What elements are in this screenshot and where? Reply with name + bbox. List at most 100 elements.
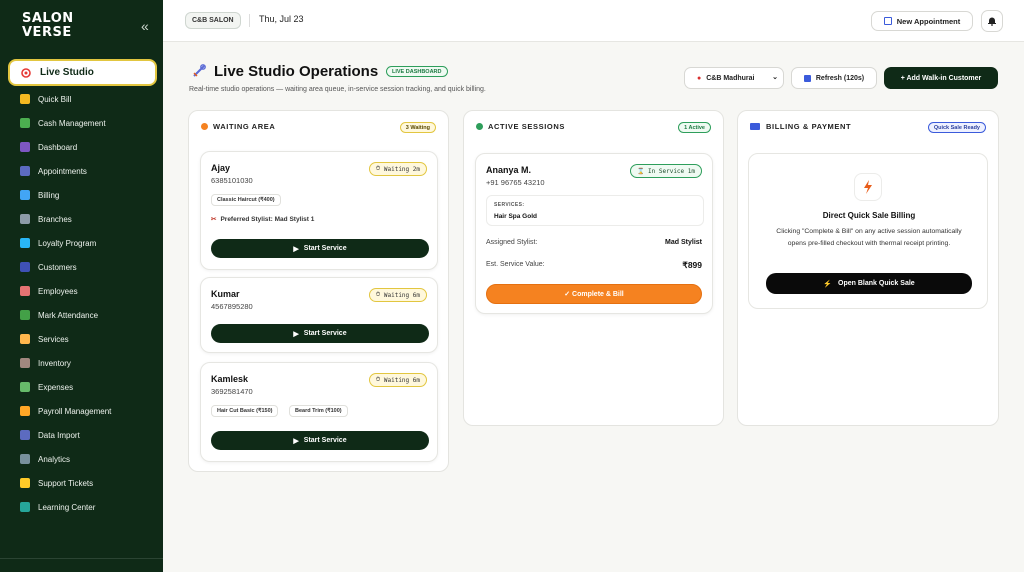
sidebar-item-label: Branches: [38, 214, 72, 224]
waiting-time-badge: ⏱ Waiting 2m: [368, 162, 427, 176]
sidebar-item-label: Analytics: [38, 454, 71, 464]
sidebar-item-label: Data Import: [38, 430, 80, 440]
sidebar-item-analytics[interactable]: Analytics: [20, 452, 70, 466]
analytics-icon: [20, 454, 30, 464]
new-appointment-label: New Appointment: [896, 16, 961, 26]
refresh-button[interactable]: Refresh (120s): [791, 67, 877, 89]
sidebar-item-customers[interactable]: Customers: [20, 260, 77, 274]
sidebar-item-billing[interactable]: Billing: [20, 188, 59, 202]
preferred-stylist: ✂ Preferred Stylist: Mad Stylist 1: [211, 215, 315, 224]
sidebar-item-cash-management[interactable]: Cash Management: [20, 116, 106, 130]
support-tickets-icon: [20, 478, 30, 488]
start-service-button[interactable]: ▶ Start Service: [211, 431, 429, 450]
billing-title: BILLING & PAYMENT: [766, 122, 852, 131]
start-service-label: Start Service: [303, 437, 347, 444]
waiting-area-title: WAITING AREA: [213, 122, 276, 131]
sidebar-item-label: Appointments: [38, 166, 87, 176]
waiting-time-text: Waiting 6m: [383, 291, 420, 299]
in-service-badge: ⌛ In Service 1m: [629, 164, 702, 178]
dashboard-icon: [20, 142, 30, 152]
assigned-stylist-label: Assigned Stylist:: [486, 239, 538, 246]
play-icon: ▶: [293, 330, 299, 338]
branch-select[interactable]: ● C&B Madhurai ⌄: [684, 67, 784, 89]
sidebar: SALON VERSE « Live Studio Quick Bill Cash…: [0, 0, 163, 572]
services-box: SERVICES: Hair Spa Gold: [486, 195, 704, 226]
active-count-badge: 1 Active: [678, 122, 711, 133]
location-pin-icon: ●: [697, 74, 702, 82]
sidebar-item-mark-attendance[interactable]: Mark Attendance: [20, 308, 98, 322]
active-status-dot: [476, 123, 483, 130]
services-label: SERVICES:: [494, 202, 525, 208]
customer-phone: +91 96765 43210: [486, 178, 545, 187]
service-tag: Hair Cut Basic (₹150): [211, 405, 279, 417]
sidebar-item-appointments[interactable]: Appointments: [20, 164, 87, 178]
sidebar-item-support-tickets[interactable]: Support Tickets: [20, 476, 93, 490]
sidebar-item-services[interactable]: Services: [20, 332, 69, 346]
sidebar-item-dashboard[interactable]: Dashboard: [20, 140, 77, 154]
sidebar-item-label: Employees: [38, 286, 78, 296]
customer-name: Ananya M.: [486, 165, 532, 175]
billing-icon: [20, 190, 30, 200]
live-studio-icon: [20, 67, 32, 79]
refresh-icon: [803, 74, 811, 82]
services-icon: [20, 334, 30, 344]
sidebar-item-label: Live Studio: [40, 67, 94, 78]
sidebar-item-employees[interactable]: Employees: [20, 284, 78, 298]
open-blank-quick-sale-button[interactable]: ⚡ Open Blank Quick Sale: [766, 273, 972, 294]
data-import-icon: [20, 430, 30, 440]
notifications-bell-icon[interactable]: [981, 10, 1003, 32]
appointments-icon: [20, 166, 30, 176]
waiting-count-badge: 3 Waiting: [399, 122, 436, 133]
live-dashboard-badge: LIVE DASHBOARD: [386, 66, 448, 77]
branch-chip[interactable]: C&B SALON: [185, 12, 241, 29]
play-icon: ▶: [293, 245, 299, 253]
sidebar-item-label: Payroll Management: [38, 406, 112, 416]
sidebar-item-data-import[interactable]: Data Import: [20, 428, 80, 442]
sidebar-item-expenses[interactable]: Expenses: [20, 380, 73, 394]
sidebar-item-inventory[interactable]: Inventory: [20, 356, 71, 370]
waiting-card[interactable]: Kamlesk 3692581470 ⏱ Waiting 6m Hair Cut…: [200, 362, 438, 462]
start-service-button[interactable]: ▶ Start Service: [211, 324, 429, 343]
sidebar-item-loyalty-program[interactable]: Loyalty Program: [20, 236, 96, 250]
hourglass-icon: ⌛: [636, 167, 649, 175]
sidebar-item-quick-bill[interactable]: Quick Bill: [20, 92, 71, 106]
add-walk-in-customer-button[interactable]: + Add Walk-in Customer: [884, 67, 998, 89]
sidebar-item-label: Customers: [38, 262, 77, 272]
studio-icon: [191, 63, 207, 79]
loyalty-program-icon: [20, 238, 30, 248]
active-session-card[interactable]: Ananya M. +91 96765 43210 ⌛ In Service 1…: [475, 153, 713, 314]
complete-and-bill-button[interactable]: ✓ Complete & Bill: [486, 284, 702, 304]
customer-name: Kamlesk: [211, 374, 249, 384]
active-sessions-header: ACTIVE SESSIONS: [476, 122, 565, 131]
sidebar-item-label: Services: [38, 334, 69, 344]
sidebar-item-label: Dashboard: [38, 142, 78, 152]
start-service-button[interactable]: ▶ Start Service: [211, 239, 429, 258]
customer-phone: 3692581470: [211, 387, 253, 396]
sidebar-item-learning-center[interactable]: Learning Center: [20, 500, 95, 514]
sidebar-item-branches[interactable]: Branches: [20, 212, 72, 226]
collapse-sidebar-icon[interactable]: «: [141, 18, 149, 34]
waiting-card[interactable]: Kumar 4567895280 ⏱ Waiting 6m ▶ Start Ser…: [200, 277, 438, 353]
sidebar-item-payroll-management[interactable]: Payroll Management: [20, 404, 111, 418]
services-value: Hair Spa Gold: [494, 213, 537, 220]
waiting-time-text: Waiting 2m: [383, 165, 420, 173]
sidebar-item-label: Support Tickets: [38, 478, 94, 488]
in-service-text: In Service 1m: [648, 167, 695, 175]
mark-attendance-icon: [20, 310, 30, 320]
sidebar-footer: [0, 558, 163, 559]
waiting-card[interactable]: Ajay 6385101030 ⏱ Waiting 2m Classic Hai…: [200, 151, 438, 270]
quick-sale-description: Clicking "Complete & Bill" on any active…: [776, 228, 962, 247]
new-appointment-button[interactable]: New Appointment: [871, 11, 973, 31]
divider: [249, 14, 250, 27]
sidebar-item-label: Quick Bill: [38, 94, 72, 104]
quick-bill-icon: [20, 94, 30, 104]
sidebar-item-live-studio[interactable]: Live Studio: [8, 59, 157, 86]
timer-icon: ⏱: [375, 291, 384, 298]
sidebar-item-label: Cash Management: [38, 118, 106, 128]
learning-center-icon: [20, 502, 30, 512]
brand-logo[interactable]: SALON VERSE: [22, 12, 73, 44]
preferred-stylist-text: Preferred Stylist: Mad Stylist 1: [220, 215, 315, 223]
billing-header: BILLING & PAYMENT: [750, 122, 851, 131]
sidebar-item-label: Billing: [38, 190, 60, 200]
start-service-label: Start Service: [303, 330, 347, 337]
